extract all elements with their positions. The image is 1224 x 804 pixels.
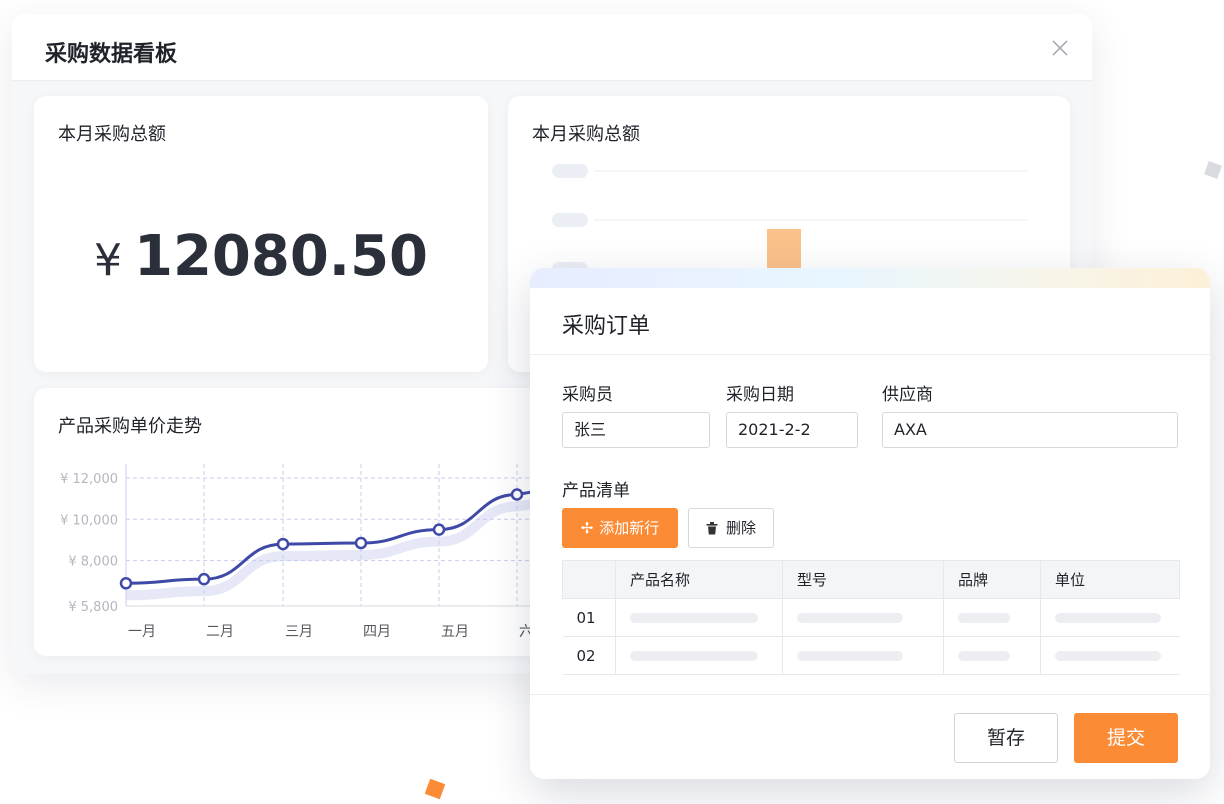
row-index: 02 <box>562 636 616 675</box>
order-title: 采购订单 <box>562 314 651 339</box>
delete-button[interactable]: 删除 <box>688 508 774 548</box>
date-input[interactable]: 2021-2-2 <box>726 412 858 448</box>
buyer-label: 采购员 <box>562 385 613 405</box>
dialog-footer-divider <box>530 694 1210 695</box>
x-tick-label: 五月 <box>441 624 469 640</box>
purchase-order-dialog: 采购订单 采购员 张三 采购日期 2021-2-2 供应商 AXA 产品清单 ✢… <box>530 268 1210 779</box>
y-tick-placeholder <box>552 213 588 227</box>
amount-value: 12080.50 <box>133 224 429 289</box>
table-row[interactable]: 01 <box>562 598 1180 637</box>
y-tick-label: ¥ 5,800 <box>68 600 118 615</box>
decoration-square <box>424 778 446 800</box>
y-tick-label: ¥ 8,000 <box>68 555 118 570</box>
supplier-input[interactable]: AXA <box>882 412 1178 448</box>
row-index: 01 <box>562 598 616 637</box>
unit-cell[interactable] <box>1040 598 1180 637</box>
placeholder-bar <box>797 612 903 623</box>
placeholder-bar <box>958 650 1010 661</box>
line-chart: ¥ 12,000 ¥ 10,000 ¥ 8,000 ¥ 5,800 一月 二月 三月 四月 五月… <box>60 464 564 640</box>
product-name-cell[interactable] <box>615 636 783 675</box>
product-name-cell[interactable] <box>615 598 783 637</box>
delete-label: 删除 <box>725 519 756 537</box>
placeholder-bar <box>630 650 758 661</box>
order-header: 采购订单 <box>530 288 1210 355</box>
data-point <box>276 537 290 551</box>
column-header-product-name: 产品名称 <box>615 560 783 599</box>
save-draft-button[interactable]: 暂存 <box>954 713 1058 763</box>
column-header-model: 型号 <box>782 560 944 599</box>
model-cell[interactable] <box>782 636 944 675</box>
y-tick-label: ¥ 12,000 <box>60 472 118 487</box>
add-row-button[interactable]: ✢ 添加新行 <box>562 508 678 548</box>
trend-card: 产品采购单价走势 ¥ 12,000 ¥ 10,000 ¥ 8,000 ¥ 5,800 一… <box>34 388 564 656</box>
dialog-gradient-strip <box>530 268 1210 288</box>
decoration-square <box>1204 161 1222 179</box>
date-label: 采购日期 <box>726 385 794 405</box>
add-row-label: 添加新行 <box>599 519 660 537</box>
y-tick-placeholder <box>552 164 588 178</box>
placeholder-bar <box>797 650 903 661</box>
supplier-label: 供应商 <box>882 385 933 405</box>
data-point <box>510 488 524 501</box>
column-header-unit: 单位 <box>1040 560 1180 599</box>
products-label: 产品清单 <box>562 481 630 501</box>
total-amount-card: 本月采购总额 ¥12080.50 <box>34 96 488 372</box>
placeholder-bar <box>630 612 758 623</box>
model-cell[interactable] <box>782 598 944 637</box>
column-header-index <box>562 560 616 599</box>
placeholder-bar <box>1055 612 1161 623</box>
data-point <box>432 523 446 536</box>
line-series <box>125 484 564 585</box>
x-tick-label: 三月 <box>285 624 313 640</box>
column-header-brand: 品牌 <box>943 560 1041 599</box>
dashboard-header: 采购数据看板 <box>12 14 1092 81</box>
placeholder-bar <box>1055 650 1161 661</box>
total-amount: ¥12080.50 <box>34 224 488 289</box>
card-title: 本月采购总额 <box>58 124 166 145</box>
x-tick-label: 二月 <box>206 624 234 640</box>
data-point <box>354 536 368 550</box>
product-table: 产品名称 型号 品牌 单位 01 02 <box>562 560 1180 675</box>
brand-cell[interactable] <box>943 598 1041 637</box>
close-icon[interactable] <box>1050 38 1070 58</box>
trash-icon <box>706 522 718 535</box>
dashboard-title: 采购数据看板 <box>45 42 178 67</box>
y-tick-label: ¥ 10,000 <box>60 513 118 528</box>
table-row[interactable]: 02 <box>562 636 1180 675</box>
buyer-input[interactable]: 张三 <box>562 412 710 448</box>
placeholder-bar <box>958 612 1010 623</box>
submit-button[interactable]: 提交 <box>1074 713 1178 763</box>
table-header-row: 产品名称 型号 品牌 单位 <box>562 560 1180 599</box>
currency-symbol: ¥ <box>93 235 122 286</box>
unit-cell[interactable] <box>1040 636 1180 675</box>
data-point <box>119 577 133 590</box>
x-tick-label: 一月 <box>128 624 156 640</box>
data-point <box>197 572 211 586</box>
brand-cell[interactable] <box>943 636 1041 675</box>
plus-icon: ✢ <box>580 519 594 537</box>
x-tick-label: 四月 <box>363 624 391 640</box>
